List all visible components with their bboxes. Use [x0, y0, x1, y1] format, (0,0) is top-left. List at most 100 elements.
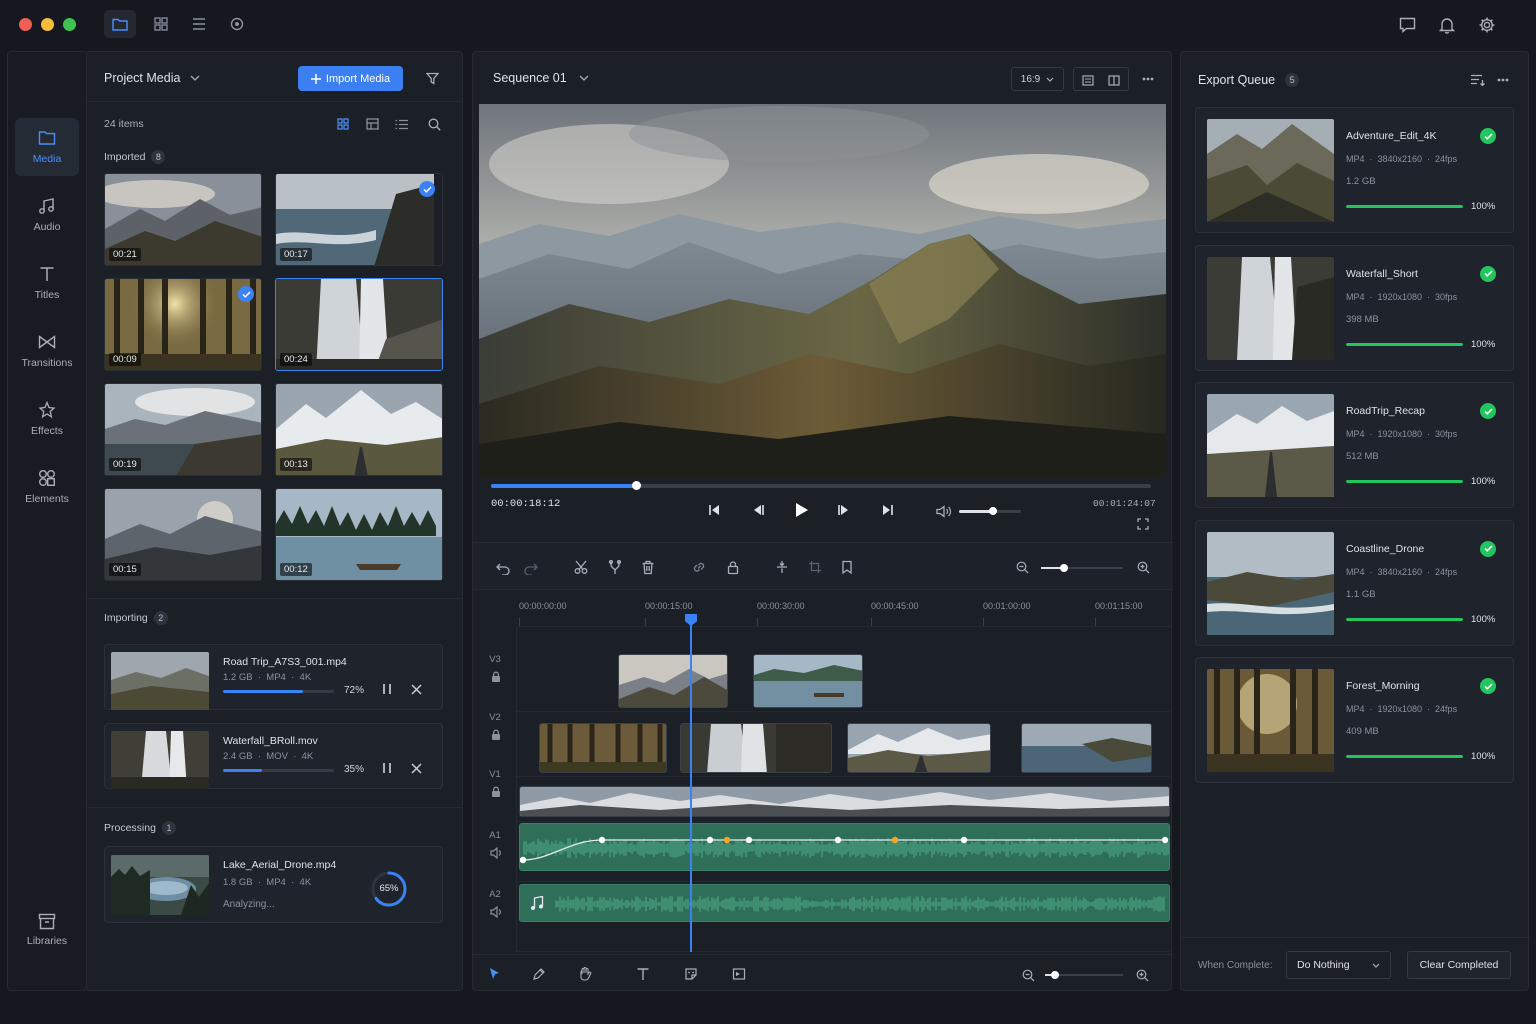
- preview-scrubber[interactable]: [491, 481, 1151, 490]
- timeline-zoom-slider[interactable]: [1041, 564, 1123, 572]
- media-thumbnail[interactable]: 00:21: [104, 173, 262, 266]
- delete-button[interactable]: [640, 559, 656, 575]
- selected-check-icon[interactable]: [419, 181, 435, 197]
- play-button[interactable]: [792, 500, 812, 520]
- window-close-button[interactable]: [19, 18, 32, 31]
- clip-v2-waterfall[interactable]: [680, 723, 832, 773]
- step-forward-button[interactable]: [835, 502, 853, 518]
- scrubber-handle[interactable]: [632, 481, 642, 490]
- sticker-tool-button[interactable]: [683, 966, 699, 982]
- settings-button[interactable]: [1476, 14, 1498, 36]
- cancel-import-button[interactable]: [408, 681, 424, 697]
- keyframe-point[interactable]: [723, 836, 731, 844]
- clip-v1-panorama[interactable]: [519, 786, 1170, 817]
- clip-v2-snowy-road[interactable]: [847, 723, 991, 773]
- clip-v3-mountain[interactable]: [618, 654, 728, 708]
- timeline-playhead[interactable]: [685, 614, 697, 952]
- keyframe-point[interactable]: [960, 836, 968, 844]
- volume-slider[interactable]: [959, 507, 1021, 515]
- sidebar-item-audio[interactable]: Audio: [15, 186, 79, 244]
- export-item[interactable]: Coastline_Drone MP4 · 3840x2160 · 24fps 1.…: [1195, 519, 1514, 646]
- export-item[interactable]: Adventure_Edit_4K MP4 · 3840x2160 · 24fps…: [1195, 107, 1514, 233]
- volume-handle[interactable]: [989, 507, 998, 515]
- cut-button[interactable]: [573, 559, 589, 575]
- importing-item[interactable]: Waterfall_BRoll.mov 2.4 GB · MOV · 4K 35%: [104, 723, 443, 789]
- export-item[interactable]: RoadTrip_Recap MP4 · 1920x1080 · 30fps 512…: [1195, 382, 1514, 508]
- viewer-more-button[interactable]: [1139, 70, 1157, 88]
- keyframe-point[interactable]: [520, 856, 527, 864]
- lock-button[interactable]: [725, 559, 741, 575]
- search-button[interactable]: [426, 116, 442, 132]
- hand-tool-button[interactable]: [577, 966, 593, 982]
- keyframe-point[interactable]: [891, 836, 899, 844]
- undo-button[interactable]: [495, 559, 511, 575]
- crop-button[interactable]: [807, 559, 823, 575]
- importing-item[interactable]: Road Trip_A7S3_001.mp4 1.2 GB · MP4 · 4K 7…: [104, 644, 443, 710]
- track-lock-button[interactable]: [489, 728, 503, 742]
- media-panel-title[interactable]: Project Media: [104, 71, 200, 85]
- clip-v2-forest[interactable]: [539, 723, 667, 773]
- filmstrip-layout-button[interactable]: [364, 116, 380, 132]
- sidebar-item-libraries[interactable]: Libraries: [15, 907, 79, 957]
- pen-tool-button[interactable]: [531, 966, 547, 982]
- text-tool-button[interactable]: [635, 966, 651, 982]
- clip-v3-lake[interactable]: [753, 654, 863, 708]
- media-thumbnail[interactable]: 00:09: [104, 278, 262, 371]
- skip-to-end-button[interactable]: [879, 502, 897, 518]
- keyframe-point[interactable]: [706, 836, 714, 844]
- media-tool-button[interactable]: [731, 966, 747, 982]
- split-button[interactable]: [607, 559, 623, 575]
- grid-view-button[interactable]: [150, 14, 172, 34]
- marker-button[interactable]: [839, 559, 855, 575]
- export-item[interactable]: Waterfall_Short MP4 · 1920x1080 · 30fps 39…: [1195, 244, 1514, 371]
- list-layout-button[interactable]: [393, 116, 409, 132]
- track-lock-button[interactable]: [489, 670, 503, 684]
- media-thumbnail[interactable]: 00:13: [275, 383, 443, 476]
- sidebar-item-transitions[interactable]: Transitions: [15, 322, 79, 380]
- comments-button[interactable]: [1396, 14, 1418, 36]
- zoom-handle[interactable]: [1051, 971, 1059, 979]
- pause-import-button[interactable]: [379, 681, 395, 697]
- keyframe-point[interactable]: [834, 836, 842, 844]
- clip-a2-music[interactable]: [519, 884, 1170, 922]
- skip-to-start-button[interactable]: [705, 502, 723, 518]
- redo-button[interactable]: [523, 559, 539, 575]
- queue-sort-button[interactable]: [1468, 71, 1486, 89]
- media-thumbnail[interactable]: 00:24: [275, 278, 443, 371]
- sidebar-item-media[interactable]: Media: [15, 118, 79, 176]
- snap-button[interactable]: [774, 559, 790, 575]
- single-view-button[interactable]: [1080, 72, 1096, 88]
- timeline-ruler[interactable]: 00:00:00:00 00:00:15:00 00:00:30:00 00:00:4…: [517, 591, 1172, 627]
- clear-completed-button[interactable]: Clear Completed: [1407, 951, 1511, 979]
- media-thumbnail[interactable]: 00:17: [275, 173, 443, 266]
- preview-video[interactable]: [479, 104, 1166, 477]
- record-button[interactable]: [226, 14, 248, 34]
- clip-v2-coast[interactable]: [1021, 723, 1152, 773]
- zoom-in-button[interactable]: [1134, 967, 1150, 983]
- cancel-import-button[interactable]: [408, 760, 424, 776]
- media-thumbnail[interactable]: 00:19: [104, 383, 262, 476]
- filter-button[interactable]: [423, 69, 441, 87]
- track-mute-button[interactable]: [489, 905, 503, 919]
- timeline-zoom-in-button[interactable]: [1135, 559, 1151, 575]
- list-view-button[interactable]: [188, 14, 210, 34]
- fullscreen-button[interactable]: [1135, 516, 1151, 532]
- sequence-selector[interactable]: Sequence 01: [493, 71, 589, 85]
- export-item[interactable]: Forest_Morning MP4 · 1920x1080 · 24fps 409…: [1195, 657, 1514, 783]
- notifications-button[interactable]: [1436, 14, 1458, 36]
- volume-button[interactable]: [934, 503, 952, 519]
- select-tool-button[interactable]: [487, 966, 503, 982]
- window-minimize-button[interactable]: [41, 18, 54, 31]
- timeline-zoom-handle[interactable]: [1060, 564, 1068, 572]
- track-mute-button[interactable]: [489, 846, 503, 860]
- step-back-button[interactable]: [749, 502, 767, 518]
- zoom-slider[interactable]: [1045, 971, 1123, 979]
- aspect-ratio-select[interactable]: 16:9: [1011, 67, 1064, 91]
- processing-item[interactable]: Lake_Aerial_Drone.mp4 1.8 GB · MP4 · 4K …: [104, 846, 443, 923]
- keyframe-point[interactable]: [745, 836, 753, 844]
- sidebar-item-titles[interactable]: Titles: [15, 254, 79, 312]
- when-complete-select[interactable]: Do Nothing: [1286, 951, 1391, 979]
- clip-a1-audio[interactable]: [519, 823, 1170, 871]
- track-lock-button[interactable]: [489, 785, 503, 799]
- pause-import-button[interactable]: [379, 760, 395, 776]
